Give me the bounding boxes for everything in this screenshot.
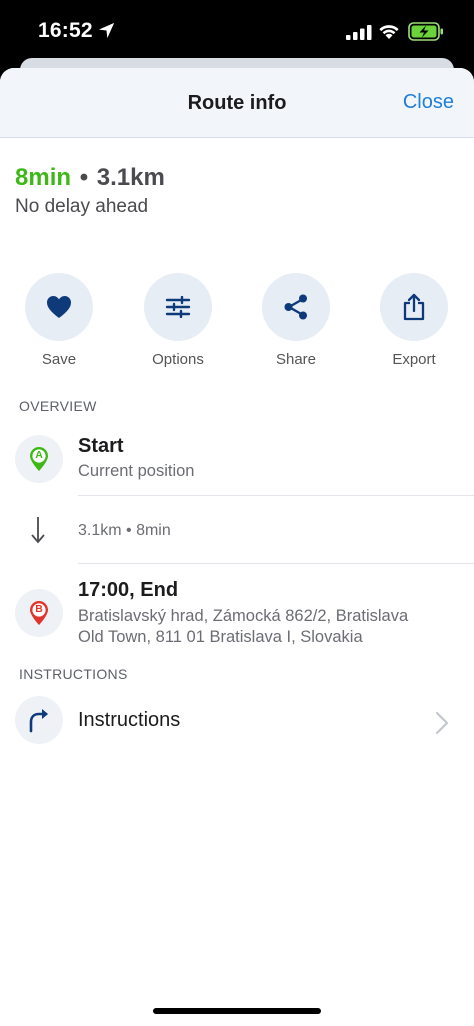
export-button[interactable]: Export xyxy=(364,273,464,368)
end-marker: B xyxy=(15,589,63,637)
instructions-icon-circle xyxy=(15,696,63,744)
close-button[interactable]: Close xyxy=(403,91,454,114)
start-subtitle: Current position xyxy=(78,462,195,480)
overview-section-label: OVERVIEW xyxy=(19,398,97,414)
cellular-signal-icon xyxy=(346,25,372,40)
route-info-sheet: Route info Close 8min • 3.1km No delay a… xyxy=(0,68,474,1026)
leg-summary: 3.1km • 8min xyxy=(78,522,171,539)
arrow-down-icon xyxy=(31,517,45,544)
save-button[interactable]: Save xyxy=(9,273,109,368)
instructions-label: Instructions xyxy=(78,709,181,731)
start-title: Start xyxy=(78,435,124,457)
divider xyxy=(78,563,474,564)
status-bar: 16:52 xyxy=(0,0,474,62)
route-distance: 3.1km xyxy=(96,164,165,191)
summary-line: 8min • 3.1km xyxy=(15,164,165,192)
share-label: Share xyxy=(275,351,317,368)
options-button[interactable]: Options xyxy=(128,273,228,368)
leg-row: 3.1km • 8min xyxy=(0,498,474,564)
route-duration: 8min xyxy=(15,164,72,191)
instructions-row[interactable]: Instructions xyxy=(0,694,474,752)
battery-charging-icon xyxy=(408,22,443,41)
export-icon xyxy=(403,293,425,321)
home-indicator[interactable] xyxy=(153,1008,321,1014)
share-icon xyxy=(284,294,307,320)
save-circle xyxy=(25,273,93,341)
share-button[interactable]: Share xyxy=(246,273,346,368)
export-circle xyxy=(380,273,448,341)
sliders-icon xyxy=(165,296,191,318)
summary-separator: • xyxy=(79,164,89,191)
divider xyxy=(78,495,474,496)
start-row[interactable]: A Start Current position xyxy=(0,428,474,498)
options-circle xyxy=(144,273,212,341)
end-address-line-1: Bratislavský hrad, Zámocká 862/2, Bratis… xyxy=(78,607,409,625)
status-time: 16:52 xyxy=(38,19,93,42)
chevron-right-icon xyxy=(435,711,449,735)
heart-icon xyxy=(47,296,71,318)
end-address-line-2: Old Town, 811 01 Bratislava I, Slovakia xyxy=(78,628,363,646)
location-arrow-icon xyxy=(98,22,115,39)
marker-b-letter: B xyxy=(35,603,43,615)
options-label: Options xyxy=(152,351,204,368)
sheet-header: Route info Close xyxy=(0,68,474,138)
turn-right-arrow-icon xyxy=(29,709,48,733)
end-title: 17:00, End xyxy=(78,579,179,601)
marker-a-letter: A xyxy=(35,449,43,461)
route-summary: 8min • 3.1km No delay ahead xyxy=(15,164,165,218)
start-marker: A xyxy=(15,435,63,483)
save-label: Save xyxy=(41,351,77,368)
action-bar: Save Options Share Export xyxy=(0,273,474,373)
delay-status: No delay ahead xyxy=(15,196,149,217)
instructions-section-label: INSTRUCTIONS xyxy=(19,666,128,682)
export-label: Export xyxy=(392,351,436,368)
end-row[interactable]: B 17:00, End Bratislavský hrad, Zámocká … xyxy=(0,568,474,648)
wifi-icon xyxy=(379,25,399,39)
share-circle xyxy=(262,273,330,341)
